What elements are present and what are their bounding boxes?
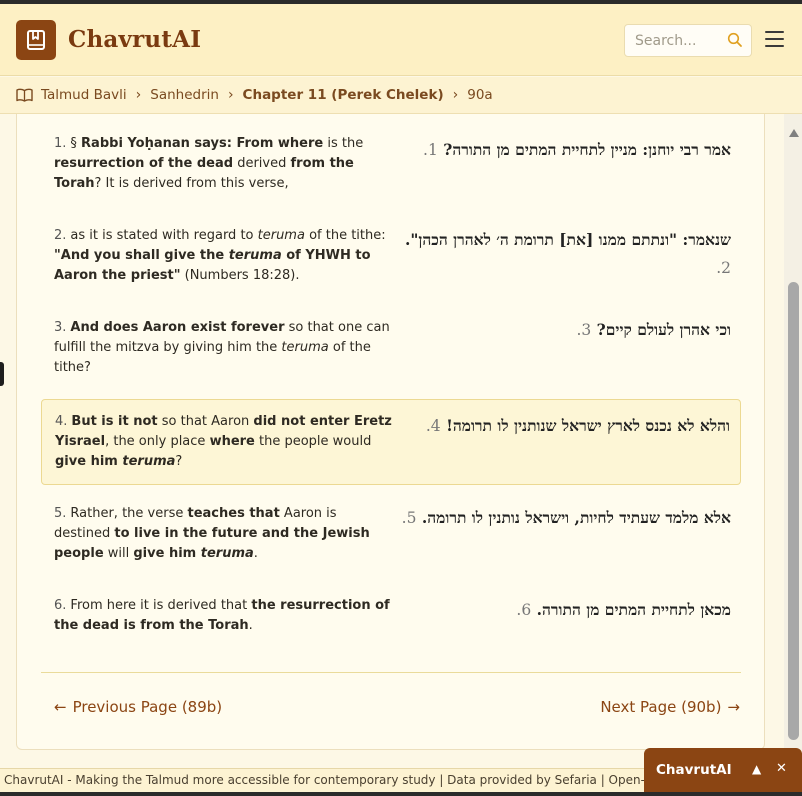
passage-row[interactable]: 3. And does Aaron exist forever so that o… (41, 312, 741, 388)
search-input[interactable] (635, 32, 725, 50)
scrollbar-thumb[interactable] (788, 282, 799, 740)
breadcrumb-talmud-bavli[interactable]: Talmud Bavli (41, 87, 127, 103)
chevron-right-icon: › (135, 87, 142, 103)
passage-english-text: § Rabbi Yoḥanan says: From where is the … (54, 136, 364, 191)
previous-page-link[interactable]: ← Previous Page (89b) (54, 698, 222, 716)
widget-expand-icon[interactable]: ▲ (752, 762, 761, 776)
breadcrumb-folio: 90a (467, 87, 493, 103)
passage-english-text: But is it not so that Aaron did not ente… (55, 414, 392, 469)
passage-number: 3. (54, 320, 67, 335)
next-page-link[interactable]: Next Page (90b) → (600, 698, 740, 716)
search-box (624, 24, 752, 57)
passage-english: 6. From here it is derived that the resur… (54, 596, 394, 636)
passage-hebrew: אמר רבי יוחנן: מניין לתחיית המתים מן התו… (423, 140, 731, 159)
passage-hebrew: אלא מלמד שעתיד לחיות, וישראל נותנין לו ת… (401, 508, 731, 527)
window-bottom-edge (0, 792, 802, 796)
passage-english-text: Rather, the verse teaches that Aaron is … (54, 506, 370, 561)
book-logo-icon[interactable] (16, 20, 56, 60)
open-book-icon (16, 88, 33, 102)
passage-english-text: From here it is derived that the resurre… (54, 598, 390, 633)
passage-hebrew: וכי אהרן לעולם קיים? 3. (576, 320, 731, 339)
text-card: 1. § Rabbi Yoḥanan says: From where is th… (16, 114, 765, 750)
passage-row-highlighted[interactable]: 4. But is it not so that Aaron did not en… (41, 399, 741, 485)
scroll-up-arrow-icon[interactable] (789, 122, 799, 141)
chevron-right-icon: › (452, 87, 459, 103)
side-panel-handle[interactable] (0, 362, 4, 386)
passage-hebrew: מכאן לתחיית המתים מן התורה. 6. (516, 600, 731, 619)
breadcrumb: Talmud Bavli › Sanhedrin › Chapter 11 (P… (0, 77, 802, 114)
app-header: ChavrutAI (0, 4, 802, 76)
passage-row[interactable]: 6. From here it is derived that the resur… (41, 590, 741, 650)
hamburger-menu-icon[interactable] (765, 31, 785, 49)
passage-row[interactable]: 2. as it is stated with regard to teruma … (41, 220, 741, 296)
passage-number: 2. (54, 228, 67, 243)
passage-hebrew: והלא לא נכנס לארץ ישראל שנותנין לו תרומה… (425, 416, 730, 435)
passage-number: 1. (54, 136, 67, 151)
passage-english: 5. Rather, the verse teaches that Aaron i… (54, 504, 394, 564)
app-brand[interactable]: ChavrutAI (68, 26, 201, 53)
passage-number: 6. (54, 598, 67, 613)
chavrutai-chat-widget[interactable]: ChavrutAI ▲ ✕ (644, 748, 802, 792)
breadcrumb-sanhedrin[interactable]: Sanhedrin (150, 87, 219, 103)
scrollbar[interactable] (784, 114, 802, 750)
chevron-right-icon: › (227, 87, 234, 103)
passage-english: 1. § Rabbi Yoḥanan says: From where is th… (54, 134, 394, 194)
passage-number: 4. (55, 414, 68, 429)
arrow-right-icon: → (727, 698, 740, 716)
passage-english: 2. as it is stated with regard to teruma … (54, 226, 394, 286)
search-icon[interactable] (727, 32, 743, 52)
passage-row[interactable]: 5. Rather, the verse teaches that Aaron i… (41, 498, 741, 574)
arrow-left-icon: ← (54, 698, 67, 716)
passage-number: 5. (54, 506, 67, 521)
passage-english: 4. But is it not so that Aaron did not en… (55, 412, 395, 472)
passage-english: 3. And does Aaron exist forever so that o… (54, 318, 394, 378)
passage-english-text: as it is stated with regard to teruma of… (54, 228, 386, 283)
passage-english-text: And does Aaron exist forever so that one… (54, 320, 390, 375)
passage-row[interactable]: 1. § Rabbi Yoḥanan says: From where is th… (41, 128, 741, 204)
passage-hebrew: שנאמר: "ונתתם ממנו [את] תרומת ה׳ לאהרן ה… (404, 230, 731, 277)
breadcrumb-chapter[interactable]: Chapter 11 (Perek Chelek) (243, 87, 444, 103)
widget-close-icon[interactable]: ✕ (776, 761, 787, 776)
widget-title: ChavrutAI (656, 762, 732, 778)
divider (41, 672, 741, 673)
